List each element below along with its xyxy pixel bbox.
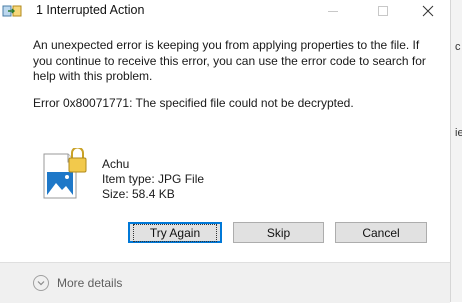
error-code-text: Error 0x80071771: The specified file cou… [33,96,354,110]
close-button[interactable] [405,0,451,22]
chevron-down-icon [33,275,49,291]
background-text: ie [455,127,462,139]
dialog-footer: More details [0,262,450,303]
file-operation-icon [2,5,22,17]
background-window-edge: c ie [450,0,462,302]
try-again-label: Try Again [132,223,218,242]
image-file-lock-icon [43,148,87,199]
close-icon [422,5,434,17]
try-again-button[interactable]: Try Again [128,222,222,243]
background-text: c [455,41,461,53]
maximize-button[interactable] [360,0,406,22]
maximize-icon [378,6,388,16]
minimize-icon [328,11,338,12]
file-type: Item type: JPG File [102,172,205,186]
more-details-label: More details [57,276,123,290]
file-info: Achu Item type: JPG File Size: 58.4 KB [102,157,204,202]
skip-button[interactable]: Skip [233,222,324,243]
error-message: An unexpected error is keeping you from … [33,38,426,83]
title-bar: 1 Interrupted Action [0,0,450,22]
file-size: Size: 58.4 KB [102,187,175,201]
more-details-toggle[interactable]: More details [33,275,122,291]
error-dialog-body: An unexpected error is keeping you from … [0,22,450,262]
file-name: Achu [102,157,130,171]
window-title: 1 Interrupted Action [36,3,145,17]
minimize-button[interactable] [310,0,356,22]
cancel-button[interactable]: Cancel [335,222,427,243]
